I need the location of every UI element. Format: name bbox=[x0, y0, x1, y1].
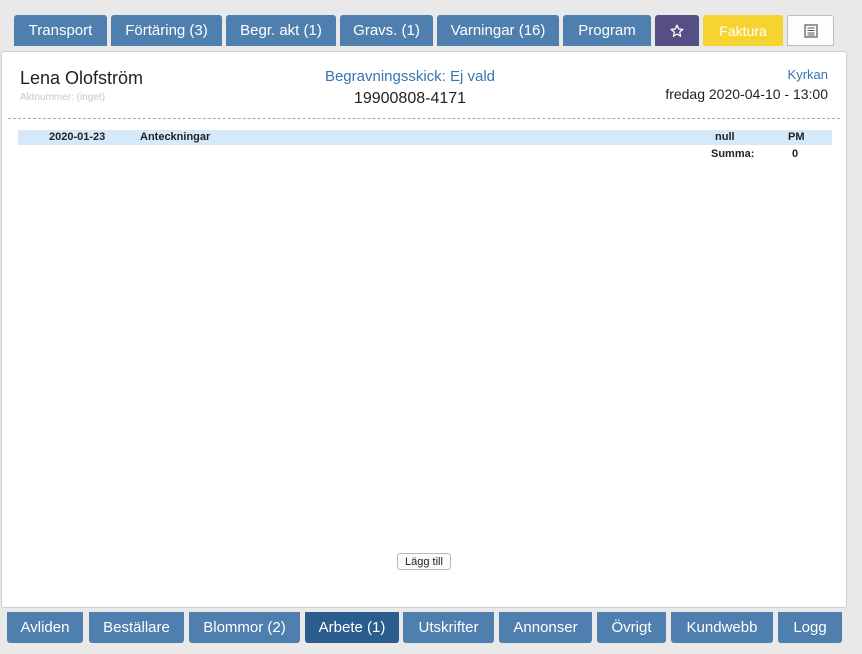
tab-bestallare[interactable]: Beställare bbox=[89, 612, 184, 643]
tab-avliden[interactable]: Avliden bbox=[7, 612, 83, 643]
tab-transport[interactable]: Transport bbox=[14, 15, 107, 46]
table-row[interactable]: 2020-01-23 Anteckningar null PM bbox=[18, 130, 832, 145]
top-tab-bar: Transport Förtäring (3) Begr. akt (1) Gr… bbox=[0, 0, 862, 52]
tab-gravs[interactable]: Gravs. (1) bbox=[340, 15, 433, 46]
tab-fortaring[interactable]: Förtäring (3) bbox=[111, 15, 222, 46]
tab-arbete[interactable]: Arbete (1) bbox=[305, 612, 399, 643]
ceremony-datetime: fredag 2020-04-10 - 13:00 bbox=[665, 86, 828, 102]
tab-favorite[interactable] bbox=[655, 15, 699, 46]
tab-program[interactable]: Program bbox=[563, 15, 651, 46]
tab-faktura[interactable]: Faktura bbox=[703, 15, 783, 46]
tab-varningar[interactable]: Varningar (16) bbox=[437, 15, 559, 46]
add-button[interactable]: Lägg till bbox=[397, 553, 451, 570]
bottom-tab-bar: Avliden Beställare Blommor (2) Arbete (1… bbox=[0, 610, 862, 654]
star-icon bbox=[670, 24, 684, 38]
row-date: 2020-01-23 bbox=[49, 131, 106, 143]
tab-utskrifter[interactable]: Utskrifter bbox=[403, 612, 494, 643]
burial-type-link[interactable]: Begravningsskick: Ej vald bbox=[2, 68, 818, 85]
sum-label: Summa: bbox=[711, 148, 755, 160]
row-value: null bbox=[715, 131, 735, 143]
main-panel: Lena Olofström Aktnummer: (inget) Begrav… bbox=[1, 51, 847, 608]
sum-value: 0 bbox=[792, 148, 799, 160]
tab-kundwebb[interactable]: Kundwebb bbox=[671, 612, 773, 643]
divider bbox=[8, 118, 840, 119]
row-initials: PM bbox=[788, 131, 805, 143]
location-link[interactable]: Kyrkan bbox=[788, 67, 828, 82]
tab-ovrigt[interactable]: Övrigt bbox=[597, 612, 666, 643]
list-icon bbox=[803, 23, 818, 38]
tab-blommor[interactable]: Blommor (2) bbox=[189, 612, 300, 643]
tab-list-view[interactable] bbox=[787, 15, 834, 46]
row-title: Anteckningar bbox=[140, 131, 211, 143]
tab-logg[interactable]: Logg bbox=[778, 612, 842, 643]
tab-begr-akt[interactable]: Begr. akt (1) bbox=[226, 15, 336, 46]
tab-annonser[interactable]: Annonser bbox=[499, 612, 592, 643]
